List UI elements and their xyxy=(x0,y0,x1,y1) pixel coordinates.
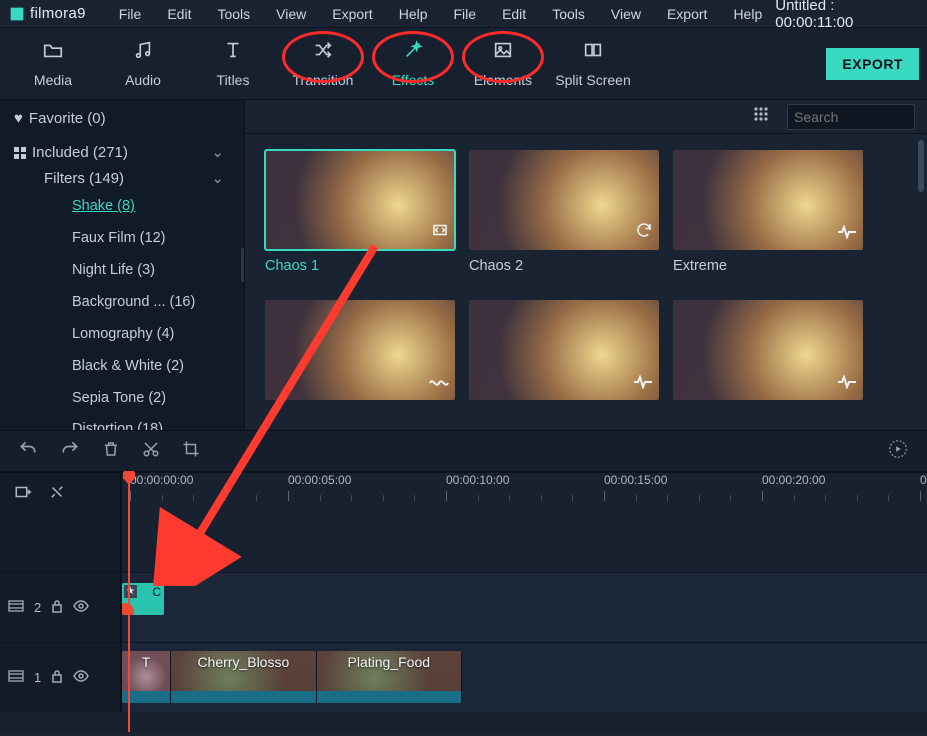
menu-edit[interactable]: Edit xyxy=(489,2,539,26)
tab-splitscreen[interactable]: Split Screen xyxy=(548,39,638,88)
effect-thumbnail[interactable] xyxy=(673,300,863,400)
menu-view[interactable]: View xyxy=(263,2,319,26)
menu-tools[interactable]: Tools xyxy=(204,2,263,26)
time-tick: 00:00:20:00 xyxy=(762,473,825,487)
pulse-icon xyxy=(837,225,857,244)
menu-file[interactable]: File xyxy=(441,2,490,26)
tab-titles[interactable]: Titles xyxy=(188,39,278,88)
filmstrip-icon xyxy=(8,670,24,685)
category-item[interactable]: Faux Film (12) xyxy=(0,223,244,255)
wave-icon xyxy=(429,376,449,394)
effect-thumbnail[interactable] xyxy=(469,300,659,400)
tab-media[interactable]: Media xyxy=(8,39,98,88)
time-tick: 00:00:05:00 xyxy=(288,473,351,487)
menu-tools[interactable]: Tools xyxy=(539,2,598,26)
category-item[interactable]: Background ... (16) xyxy=(0,287,244,319)
effect-thumbnail[interactable]: Chaos 1 xyxy=(265,150,455,274)
category-sidebar: ♥ Favorite (0) Included (271) ⌄ Filters … xyxy=(0,100,245,430)
category-item[interactable]: Shake (8) xyxy=(0,191,244,223)
menu-export[interactable]: Export xyxy=(319,2,385,26)
app-logo: filmora9 xyxy=(8,5,106,23)
time-tick: 00:00:00:00 xyxy=(130,473,193,487)
favorite-item[interactable]: ♥ Favorite (0) xyxy=(0,106,244,131)
eye-icon[interactable] xyxy=(73,670,89,685)
delete-icon[interactable] xyxy=(102,440,120,463)
shuffle-icon xyxy=(312,39,334,66)
add-track-icon[interactable] xyxy=(14,483,32,506)
filmstrip-icon xyxy=(8,600,24,615)
track-1: 1 T Cherry_Blosso Plating_Food xyxy=(0,642,927,712)
timeline-ruler-row: 00:00:00:00 00:00:05:00 00:00:10:00 00:00:1… xyxy=(0,472,927,516)
redo-icon[interactable] xyxy=(60,439,80,464)
tab-effects[interactable]: Effects xyxy=(368,39,458,88)
tab-transition[interactable]: Transition xyxy=(278,39,368,88)
eye-icon[interactable] xyxy=(73,600,89,615)
category-item[interactable]: Black & White (2) xyxy=(0,351,244,383)
track-2: 2 ★ C xyxy=(0,572,927,642)
tool-tab-bar: MediaAudioTitlesTransitionEffectsElement… xyxy=(0,28,927,100)
effect-thumbnail[interactable]: Extreme xyxy=(673,150,863,274)
time-tick: 00:00:15:00 xyxy=(604,473,667,487)
crop-icon[interactable] xyxy=(182,440,200,463)
effect-thumbnail[interactable] xyxy=(265,300,455,400)
image-icon xyxy=(492,39,514,66)
star-badge-icon: ★ xyxy=(124,585,137,598)
effect-thumbnail[interactable]: Chaos 2 xyxy=(469,150,659,274)
category-item[interactable]: Distortion (18) xyxy=(0,414,244,430)
menu-edit[interactable]: Edit xyxy=(154,2,204,26)
menu-help[interactable]: Help xyxy=(720,2,775,26)
lock-icon[interactable] xyxy=(51,599,63,616)
menu-bar: filmora9 FileEditToolsViewExportHelp Fil… xyxy=(0,0,927,28)
playhead[interactable] xyxy=(128,472,130,732)
timeline-toolbar xyxy=(0,430,927,472)
undo-icon[interactable] xyxy=(18,439,38,464)
search-input[interactable] xyxy=(794,109,927,125)
lock-icon[interactable] xyxy=(51,669,63,686)
grid-icon xyxy=(14,146,26,158)
menu-view[interactable]: View xyxy=(598,2,654,26)
export-button[interactable]: EXPORT xyxy=(826,48,919,80)
timeline: 00:00:00:00 00:00:05:00 00:00:10:00 00:00:1… xyxy=(0,472,927,732)
folder-icon xyxy=(42,39,64,66)
cut-icon[interactable] xyxy=(142,440,160,463)
heart-icon: ♥ xyxy=(14,110,23,127)
time-tick: 00:00:10:00 xyxy=(446,473,509,487)
category-item[interactable]: Sepia Tone (2) xyxy=(0,383,244,415)
heartbeat-icon xyxy=(633,375,653,394)
render-preview-icon[interactable] xyxy=(887,438,909,465)
filters-group[interactable]: Filters (149) ⌄ xyxy=(0,165,244,191)
heartbeat-icon xyxy=(837,375,857,394)
tab-audio[interactable]: Audio xyxy=(98,39,188,88)
text-icon xyxy=(222,39,244,66)
wand-icon xyxy=(402,39,424,66)
effects-panel: Chaos 1Chaos 2Extreme xyxy=(245,100,927,430)
chevron-down-icon: ⌄ xyxy=(211,169,224,187)
loop-icon xyxy=(431,221,449,244)
refresh-icon xyxy=(635,221,653,244)
logo-icon xyxy=(4,1,29,26)
category-item[interactable]: Lomography (4) xyxy=(0,319,244,351)
menu-file[interactable]: File xyxy=(106,2,155,26)
layout-grid-icon[interactable] xyxy=(753,106,769,127)
chevron-down-icon: ⌄ xyxy=(211,143,224,161)
search-box[interactable] xyxy=(787,104,915,130)
tab-elements[interactable]: Elements xyxy=(458,39,548,88)
included-group[interactable]: Included (271) ⌄ xyxy=(0,139,244,165)
time-tick: 00 xyxy=(920,473,927,487)
time-ruler[interactable]: 00:00:00:00 00:00:05:00 00:00:10:00 00:00:1… xyxy=(120,473,927,516)
scrollbar-thumb[interactable] xyxy=(918,140,924,192)
menu-export[interactable]: Export xyxy=(654,2,720,26)
menu-help[interactable]: Help xyxy=(386,2,441,26)
music-icon xyxy=(132,39,154,66)
video-clip[interactable]: T Cherry_Blosso Plating_Food xyxy=(122,651,462,703)
split-icon xyxy=(582,39,604,66)
category-item[interactable]: Night Life (3) xyxy=(0,255,244,287)
unlink-icon[interactable] xyxy=(48,483,66,506)
project-title: Untitled : 00:00:11:00 xyxy=(775,0,879,31)
